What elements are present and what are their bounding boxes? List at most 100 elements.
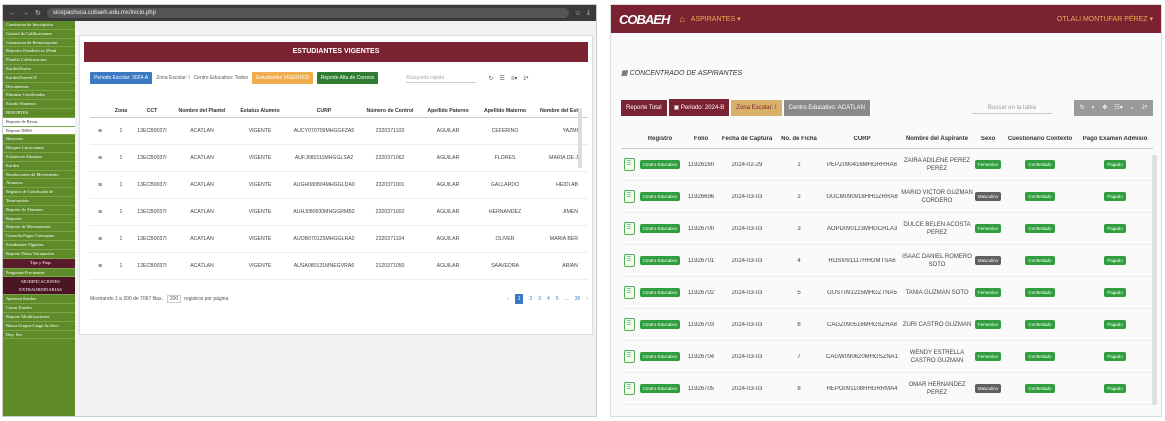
table-row[interactable]: ☰ Centro Educativo 11926704 2024-03-03 7 CAGW… [621,341,1153,373]
sidebar-item[interactable]: Reporte de Alumnos [3,206,75,215]
sidebar-item[interactable]: Terminación [3,197,75,206]
columns-icon[interactable]: ☰ [499,75,504,82]
column-header[interactable]: Apellido Materno [476,108,534,114]
search-input[interactable]: Búsqueda rápida [406,73,477,83]
page-link[interactable]: › [586,296,588,302]
sidebar-item[interactable]: Alumnos [3,179,75,189]
page-link[interactable]: ... [565,296,569,302]
list-icon[interactable]: ≡▾ [511,75,518,82]
reporte-total-button[interactable]: Reporte Total [621,99,667,116]
export-icon[interactable]: ⤓▾ [523,75,528,82]
periodo-chip[interactable]: Periodo Escolar: 2024-A [90,72,153,84]
centro-chip[interactable]: Centro Educativo: ACATLAN [783,99,870,116]
row-menu-icon[interactable]: ≡ [90,128,110,135]
row-menu-button[interactable]: ☰ [623,382,635,395]
user-menu[interactable]: OTLALI MONTUFAR PÉREZ ▾ [1057,15,1153,23]
sidebar-item[interactable]: Dep. Sec. [3,331,75,340]
sidebar-item[interactable]: Registro de Certificado de [3,188,75,197]
column-header[interactable]: CCT [132,108,172,114]
estudiantes-button[interactable]: Estudiantes VIGENTES [251,72,313,84]
row-menu-icon[interactable]: ≡ [90,236,110,243]
sidebar-item[interactable]: Bloques Curriculares [3,144,75,153]
row-menu-button[interactable]: ☰ [623,318,635,331]
refresh-icon[interactable]: ↻ [488,75,493,82]
sidebar-item[interactable]: MODIFICACIONES EXTRAORDINARIAS [3,277,75,296]
column-header[interactable]: Pago Examen Admisió [1077,136,1153,142]
sidebar-item[interactable]: Reporte de Becas [3,117,75,127]
sidebar-item[interactable]: Kardex [3,162,75,171]
table-row[interactable]: ≡ 1 13ECB0037I ACATLAN VIGENTE AUHJ080930MHGG… [90,199,588,226]
star-icon[interactable]: ☆ [575,9,581,17]
forward-icon[interactable]: → [22,10,29,17]
page-link[interactable]: ‹ [507,296,509,302]
row-menu-button[interactable]: ☰ [623,158,635,171]
reload-icon[interactable]: ↻ [35,9,41,17]
column-header[interactable]: Registro [637,136,683,142]
page-link[interactable]: 5 [556,296,559,302]
row-menu-button[interactable]: ☰ [623,190,635,203]
row-menu-button[interactable]: ☰ [623,286,635,299]
sidebar-item[interactable]: Consulta Pagos Conceptos [3,232,75,241]
table-row[interactable]: ☰ Centro Educativo 11926702 2024-03-03 5 GUST… [621,277,1153,309]
sidebar-item[interactable]: Estado Alumnos [3,100,75,109]
sidebar-item[interactable]: Preguntas Frecuentes [3,269,75,278]
export-icon[interactable]: ⤓▾ [1142,104,1147,111]
periodo-chip[interactable]: ▣ Periodo: 2024-B [668,99,730,116]
refresh-icon[interactable]: ↻ [1080,104,1085,111]
table-row[interactable]: ≡ 1 13ECB0037I ACATLAN VIGENTE AUOB070125MHGG… [90,226,588,253]
search-input[interactable]: Buscar en la tabla [971,102,1052,114]
column-header[interactable]: Nombre del Plantel [172,108,232,114]
column-header[interactable]: CURP [288,108,360,114]
column-header[interactable]: Número de Control [360,108,420,114]
sidebar-item[interactable]: KardexNuevo [3,65,75,74]
page-link[interactable]: 36 [575,296,581,302]
sidebar-item[interactable]: Reportes Estadísticos (Pend [3,47,75,57]
row-menu-button[interactable]: ☰ [623,254,635,267]
table-row[interactable]: ☰ Centro Educativo 11926705 2024-03-03 8 HEPO… [621,373,1153,405]
table-row[interactable]: ≡ 1 13ECB0037I ACATLAN VIGENTE AUFJ080111MHGG… [90,145,588,172]
column-header[interactable]: No. de Ficha [775,136,823,142]
sidebar-item[interactable]: Cerrar Kardex [3,304,75,313]
row-menu-icon[interactable]: ≡ [90,209,110,216]
back-icon[interactable]: ← [9,10,16,17]
row-menu-button[interactable]: ☰ [623,350,635,363]
table-row[interactable]: ≡ 1 13ECB0037I ACATLAN VIGENTE AUSA080131MNEG… [90,253,588,280]
table-row[interactable]: ≡ 1 13ECB0037I ACATLAN VIGENTE AUGH080804MHGG… [90,172,588,199]
logo[interactable]: COBAEH [619,12,670,27]
aspirantes-menu[interactable]: ASPIRANTES ▾ [691,15,741,23]
chevron-down-icon[interactable]: ⌄ [1130,104,1135,111]
column-header[interactable]: Nombre del Aspirante [901,135,973,143]
column-header[interactable]: Folio [683,136,719,142]
row-menu-icon[interactable]: ≡ [90,263,110,270]
page-link[interactable]: 3 [538,296,541,302]
sidebar-item[interactable]: Apertura Kardex [3,295,75,305]
address-bar[interactable]: sicepachuca.cobaeh.edu.mx/inicio.php [46,8,569,18]
sidebar-item[interactable]: Documentos [3,83,75,92]
sidebar-item[interactable]: Busca Grupos Carga Archivo [3,322,75,331]
row-menu-icon[interactable]: ≡ [90,155,110,162]
sidebar-item[interactable]: Bitacoras [3,135,75,145]
sidebar-item[interactable]: Reporte IMSS [3,126,75,136]
table-row[interactable]: ☰ Centro Educativo 11926700 2024-03-03 3 AOPD… [621,213,1153,245]
sidebar-item[interactable]: REPORTES [3,109,75,118]
sidebar-item[interactable]: Reporte Datos Vacunación [3,250,75,259]
table-row[interactable]: ☰ Centro Educativo 11926701 2024-03-03 4 ROSI… [621,245,1153,277]
column-header[interactable]: Estatus Alumno [232,108,288,114]
per-page-select[interactable]: 200 [166,295,182,303]
sidebar-item[interactable]: Resoluciones de Movimiento [3,171,75,180]
columns-icon[interactable]: ☷▾ [1114,104,1122,111]
column-header[interactable]: Cuestionario Contexto [1003,136,1077,142]
sidebar-item[interactable]: Reporte Modificaciones [3,313,75,322]
sidebar-item[interactable]: KardexNuevoCE [3,74,75,83]
sidebar-item[interactable]: Tips y Faqs [3,258,75,269]
column-header[interactable]: Zona [110,108,132,114]
toggle-icon[interactable]: ◐ [1092,105,1096,111]
page-link[interactable]: 1 [514,294,524,304]
sidebar-item[interactable]: Control de Calificaciones [3,30,75,39]
column-header[interactable]: Nombre del Est [534,108,582,114]
table-scrollbar[interactable] [1152,155,1157,405]
home-icon[interactable]: ⌂ [679,14,684,24]
sidebar-item[interactable]: Constancia de Reinscripción [3,39,75,48]
sidebar-item[interactable]: Reportes [3,215,75,224]
table-row[interactable]: ☰ Centro Educativo 11926160 2024-02-29 1 PEPZ… [621,149,1153,181]
